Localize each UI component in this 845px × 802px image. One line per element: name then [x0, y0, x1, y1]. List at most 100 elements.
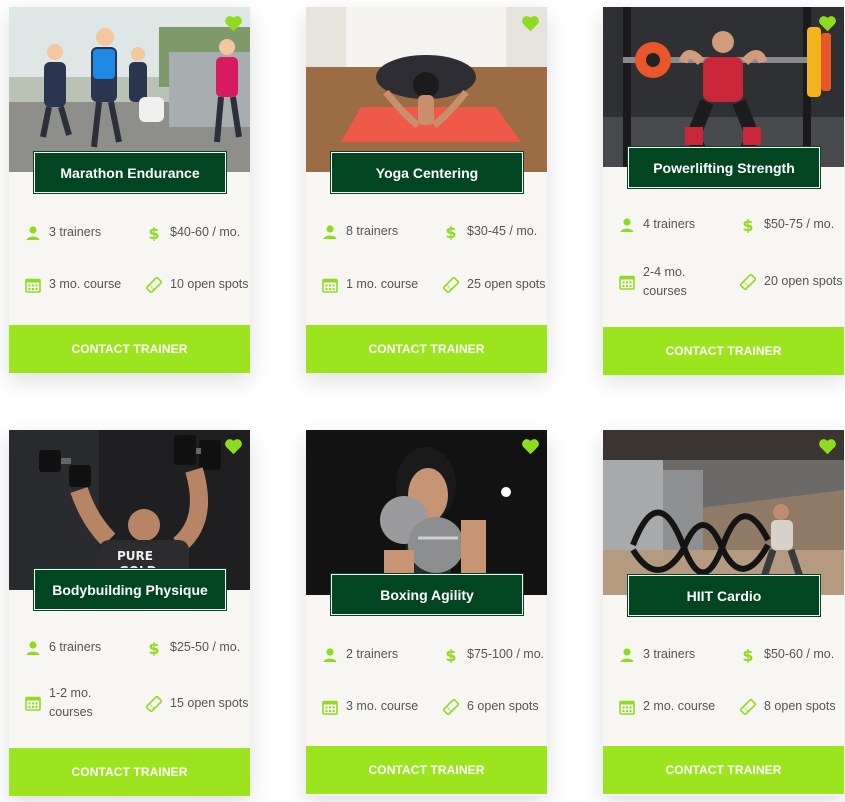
marathon-photo	[9, 7, 250, 172]
spots-stat: 10 open spots	[146, 275, 249, 294]
price-stat: $ $50-75 / mo.	[740, 215, 834, 234]
powerlifting-photo	[603, 7, 844, 167]
calendar-icon	[322, 278, 338, 293]
person-icon	[323, 647, 337, 662]
trainers-stat: 3 trainers	[25, 223, 101, 242]
bodybuilding-photo: PURE GOLD	[9, 430, 250, 590]
spots-value: 8 open spots	[764, 699, 836, 713]
trainers-stat: 4 trainers	[619, 215, 695, 234]
price-value: $75-100 / mo.	[467, 647, 545, 661]
dollar-icon: $	[742, 217, 753, 233]
program-title: Marathon Endurance	[33, 151, 227, 194]
calendar-icon	[25, 696, 41, 711]
calendar-icon	[322, 700, 338, 715]
duration-value: 1 mo. course	[346, 277, 419, 291]
program-card: HIIT Cardio 3 trainers $ $50-60 / mo. 2 …	[603, 430, 844, 796]
spots-value: 6 open spots	[467, 699, 539, 713]
price-value: $50-75 / mo.	[764, 217, 835, 231]
ticket-icon	[443, 698, 459, 715]
person-icon	[26, 640, 40, 655]
boxing-photo	[306, 430, 547, 595]
contact-trainer-button[interactable]: CONTACT TRAINER	[9, 748, 250, 796]
duration-value: 2-4 mo. courses	[643, 265, 687, 298]
program-title: Bodybuilding Physique	[33, 568, 227, 611]
price-stat: $ $50-60 / mo.	[740, 645, 834, 664]
spots-value: 15 open spots	[170, 696, 249, 710]
spots-stat: 25 open spots	[443, 275, 546, 294]
duration-value: 3 mo. course	[49, 277, 122, 291]
trainers-stat: 2 trainers	[322, 645, 398, 664]
yoga-photo	[306, 7, 547, 172]
price-value: $50-60 / mo.	[764, 647, 835, 661]
person-icon	[26, 225, 40, 240]
duration-stat: 3 mo. course	[25, 275, 121, 294]
ticket-icon	[146, 695, 162, 712]
contact-trainer-button[interactable]: CONTACT TRAINER	[306, 325, 547, 373]
trainers-value: 6 trainers	[49, 640, 102, 654]
program-card: Yoga Centering 8 trainers $ $30-45 / mo.…	[306, 7, 547, 373]
contact-trainer-button[interactable]: CONTACT TRAINER	[306, 746, 547, 794]
duration-value: 1-2 mo. courses	[49, 686, 93, 719]
dollar-icon: $	[445, 647, 456, 663]
svg-text:$: $	[742, 647, 753, 663]
dollar-icon: $	[148, 640, 159, 656]
dollar-icon: $	[445, 224, 456, 240]
hiit-photo	[603, 430, 844, 595]
person-icon	[620, 647, 634, 662]
heart-icon[interactable]	[521, 438, 540, 455]
spots-stat: 8 open spots	[740, 697, 836, 716]
contact-trainer-button[interactable]: CONTACT TRAINER	[9, 325, 250, 373]
price-stat: $ $25-50 / mo.	[146, 638, 240, 657]
contact-trainer-button[interactable]: CONTACT TRAINER	[603, 327, 844, 375]
program-card: Powerlifting Strength 4 trainers $ $50-7…	[603, 7, 844, 375]
trainers-stat: 8 trainers	[322, 222, 398, 241]
svg-text:$: $	[445, 224, 456, 240]
dollar-icon: $	[742, 647, 753, 663]
price-stat: $ $30-45 / mo.	[443, 222, 537, 241]
ticket-icon	[740, 273, 756, 290]
program-title: Boxing Agility	[330, 573, 524, 616]
heart-icon[interactable]	[818, 438, 837, 455]
price-value: $25-50 / mo.	[170, 640, 241, 654]
duration-stat: 1 mo. course	[322, 275, 418, 294]
program-title: HIIT Cardio	[627, 574, 821, 617]
trainers-stat: 3 trainers	[619, 645, 695, 664]
calendar-icon	[619, 700, 635, 715]
price-stat: $ $75-100 / mo.	[443, 645, 544, 664]
program-card: Boxing Agility 2 trainers $ $75-100 / mo…	[306, 430, 547, 796]
calendar-icon	[25, 278, 41, 293]
spots-stat: 6 open spots	[443, 697, 539, 716]
program-title: Yoga Centering	[330, 151, 524, 194]
price-value: $30-45 / mo.	[467, 224, 538, 238]
ticket-icon	[443, 276, 459, 293]
spots-value: 10 open spots	[170, 277, 249, 291]
heart-icon[interactable]	[224, 438, 243, 455]
ticket-icon	[146, 276, 162, 293]
trainers-value: 3 trainers	[49, 225, 102, 239]
spots-stat: 20 open spots	[740, 272, 843, 291]
trainers-value: 8 trainers	[346, 224, 399, 238]
person-icon	[620, 217, 634, 232]
spots-value: 20 open spots	[764, 274, 843, 288]
svg-text:$: $	[148, 640, 159, 656]
spots-stat: 15 open spots	[146, 694, 249, 713]
heart-icon[interactable]	[521, 15, 540, 32]
heart-icon[interactable]	[818, 15, 837, 32]
program-card: Marathon Endurance 3 trainers $ $40-60 /…	[9, 7, 250, 373]
duration-value: 2 mo. course	[643, 699, 716, 713]
program-title: Powerlifting Strength	[627, 146, 821, 189]
duration-stat: 2 mo. course	[619, 697, 715, 716]
svg-text:$: $	[742, 217, 753, 233]
price-value: $40-60 / mo.	[170, 225, 241, 239]
price-stat: $ $40-60 / mo.	[146, 223, 240, 242]
person-icon	[323, 224, 337, 239]
heart-icon[interactable]	[224, 15, 243, 32]
svg-text:$: $	[148, 225, 159, 241]
duration-stat: 3 mo. course	[322, 697, 418, 716]
contact-trainer-button[interactable]: CONTACT TRAINER	[603, 746, 844, 794]
trainers-value: 2 trainers	[346, 647, 399, 661]
program-card: PURE GOLD Bodybuilding Physique 6 traine…	[9, 430, 250, 796]
trainers-stat: 6 trainers	[25, 638, 101, 657]
dollar-icon: $	[148, 225, 159, 241]
svg-text:$: $	[445, 647, 456, 663]
